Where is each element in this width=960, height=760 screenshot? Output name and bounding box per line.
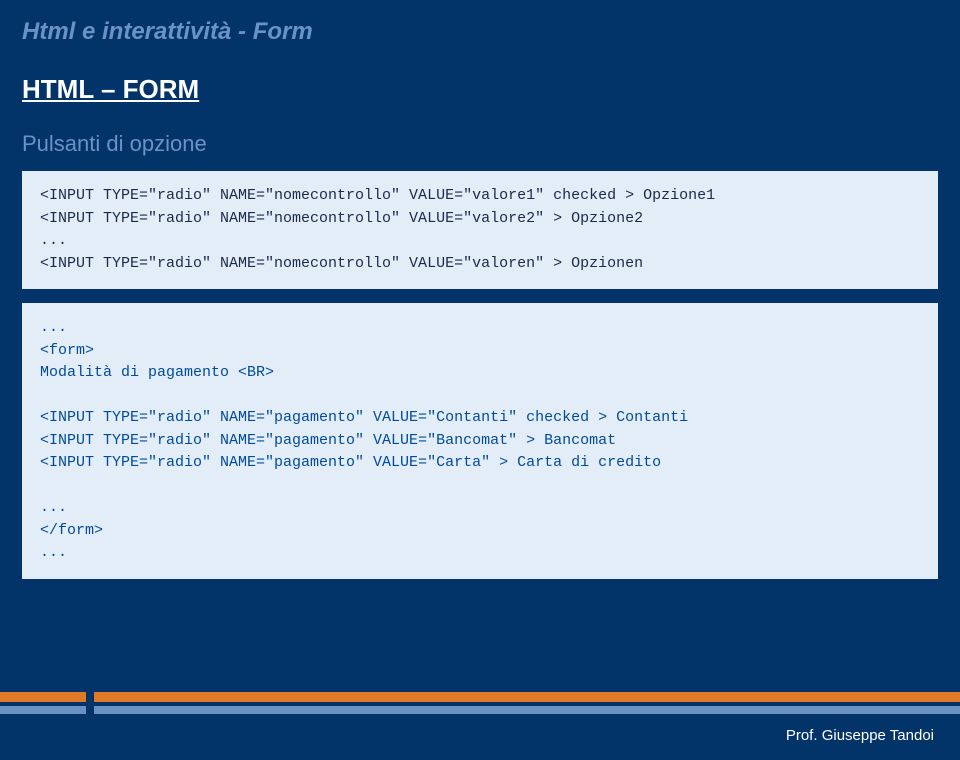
code-syntax-box: <INPUT TYPE="radio" NAME="nomecontrollo"… [22, 171, 938, 289]
section-title: HTML – FORM [0, 46, 960, 105]
code-example-box: ... <form> Modalità di pagamento <BR> <I… [22, 303, 938, 579]
page-title: Html e interattività - Form [0, 0, 960, 46]
footer-decorative-bar [0, 692, 960, 720]
subsection-title: Pulsanti di opzione [0, 105, 960, 157]
footer-credit: Prof. Giuseppe Tandoi [786, 727, 934, 744]
